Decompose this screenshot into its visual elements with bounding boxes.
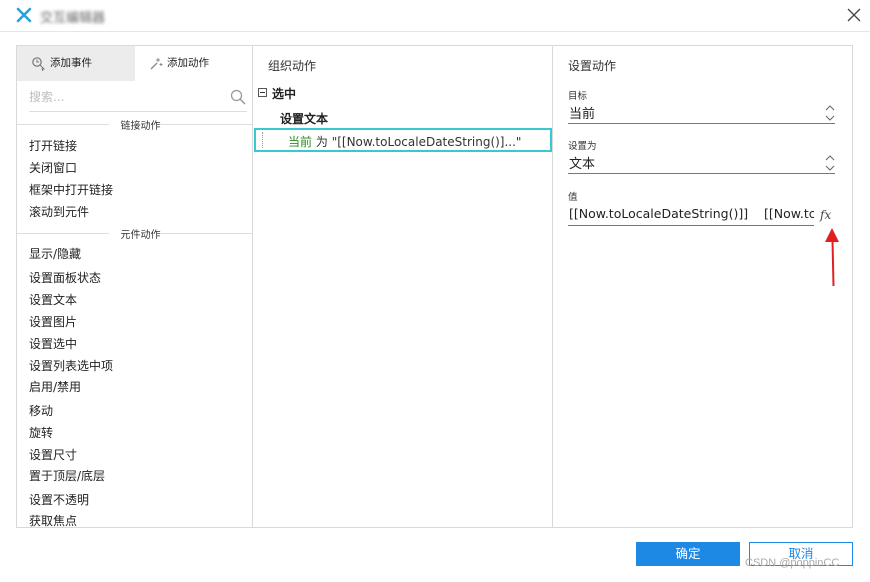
action-item-scroll-to-widget[interactable]: 滚动到元件 (29, 203, 89, 220)
action-item-enable-disable[interactable]: 启用/禁用 (29, 378, 81, 395)
section-header-link-actions: 链接动作 (17, 117, 252, 132)
organize-actions-title: 组织动作 (268, 59, 317, 73)
action-item-set-size[interactable]: 设置尺寸 (29, 446, 77, 463)
add-event-icon (32, 57, 46, 71)
target-select[interactable]: 当前 (568, 102, 835, 124)
value-label: 值 (568, 192, 578, 203)
search-input[interactable] (29, 84, 219, 110)
organize-actions-panel: 组织动作 选中 设置文本 当前 为 "[[Now.toLocaleDateStr… (253, 46, 553, 527)
case-node[interactable]: 设置文本 (280, 110, 328, 127)
action-item-set-panel-state[interactable]: 设置面板状态 (29, 269, 101, 286)
collapse-toggle[interactable] (258, 88, 267, 97)
tab-add-event-label: 添加事件 (50, 57, 92, 69)
window-title: 交互编辑器 (40, 11, 106, 26)
select-arrows-icon (825, 155, 835, 171)
library-tabs: 添加事件 添加动作 (17, 46, 252, 81)
editor-frame: 添加事件 添加动作 链接动作 打开链接 关 (16, 45, 853, 528)
action-item-bring-front-back[interactable]: 置于顶层/底层 (29, 467, 105, 484)
axure-x-logo (16, 7, 32, 23)
action-item-set-text[interactable]: 设置文本 (29, 291, 77, 308)
action-item-set-opacity[interactable]: 设置不透明 (29, 491, 89, 508)
event-node[interactable]: 选中 (272, 85, 296, 102)
action-item-set-image[interactable]: 设置图片 (29, 313, 77, 330)
annotation-arrow-icon (825, 228, 839, 287)
add-action-icon (150, 58, 163, 70)
value-input[interactable]: [[Now.toLocaleDateString()]] [[Now.tc (568, 204, 814, 226)
action-target: 当前 (288, 135, 313, 149)
ok-button[interactable]: 确定 (636, 542, 740, 566)
tab-add-action-label: 添加动作 (167, 57, 209, 69)
action-item-focus[interactable]: 获取焦点 (29, 512, 77, 529)
select-arrows-icon (825, 105, 835, 121)
watermark: CSDN @poppinCC (745, 557, 840, 569)
search-icon[interactable] (230, 89, 246, 105)
action-value: "[[Now.toLocaleDateString()]..." (331, 135, 522, 149)
action-item-open-link-in-frame[interactable]: 框架中打开链接 (29, 181, 113, 198)
configure-action-panel: 设置动作 目标 当前 设置为 文本 值 [[Now.toLocaleDateSt… (553, 46, 852, 527)
action-item-close-window[interactable]: 关闭窗口 (29, 159, 77, 176)
title-bar: 交互编辑器 (0, 0, 870, 32)
action-item-open-link[interactable]: 打开链接 (29, 137, 77, 154)
action-item-rotate[interactable]: 旋转 (29, 424, 53, 441)
action-library-panel: 添加事件 添加动作 链接动作 打开链接 关 (17, 46, 253, 529)
section-header-widget-actions: 元件动作 (17, 226, 252, 241)
target-label: 目标 (568, 91, 588, 102)
tab-add-event[interactable]: 添加事件 (17, 46, 135, 81)
action-item-move[interactable]: 移动 (29, 402, 53, 419)
set-to-select[interactable]: 文本 (568, 152, 835, 174)
fx-function-icon[interactable]: fx (820, 208, 831, 222)
set-to-label: 设置为 (568, 141, 597, 152)
action-item-show-hide[interactable]: 显示/隐藏 (29, 245, 81, 262)
action-node-selected[interactable]: 当前 为 "[[Now.toLocaleDateString()]..." (254, 128, 552, 152)
action-connector: 为 (315, 135, 328, 149)
action-search (29, 84, 247, 112)
action-item-set-list-selected[interactable]: 设置列表选中项 (29, 357, 113, 374)
close-icon[interactable] (846, 7, 862, 23)
action-item-set-selected[interactable]: 设置选中 (29, 335, 77, 352)
configure-action-title: 设置动作 (568, 59, 617, 73)
tab-add-action[interactable]: 添加动作 (135, 46, 253, 81)
